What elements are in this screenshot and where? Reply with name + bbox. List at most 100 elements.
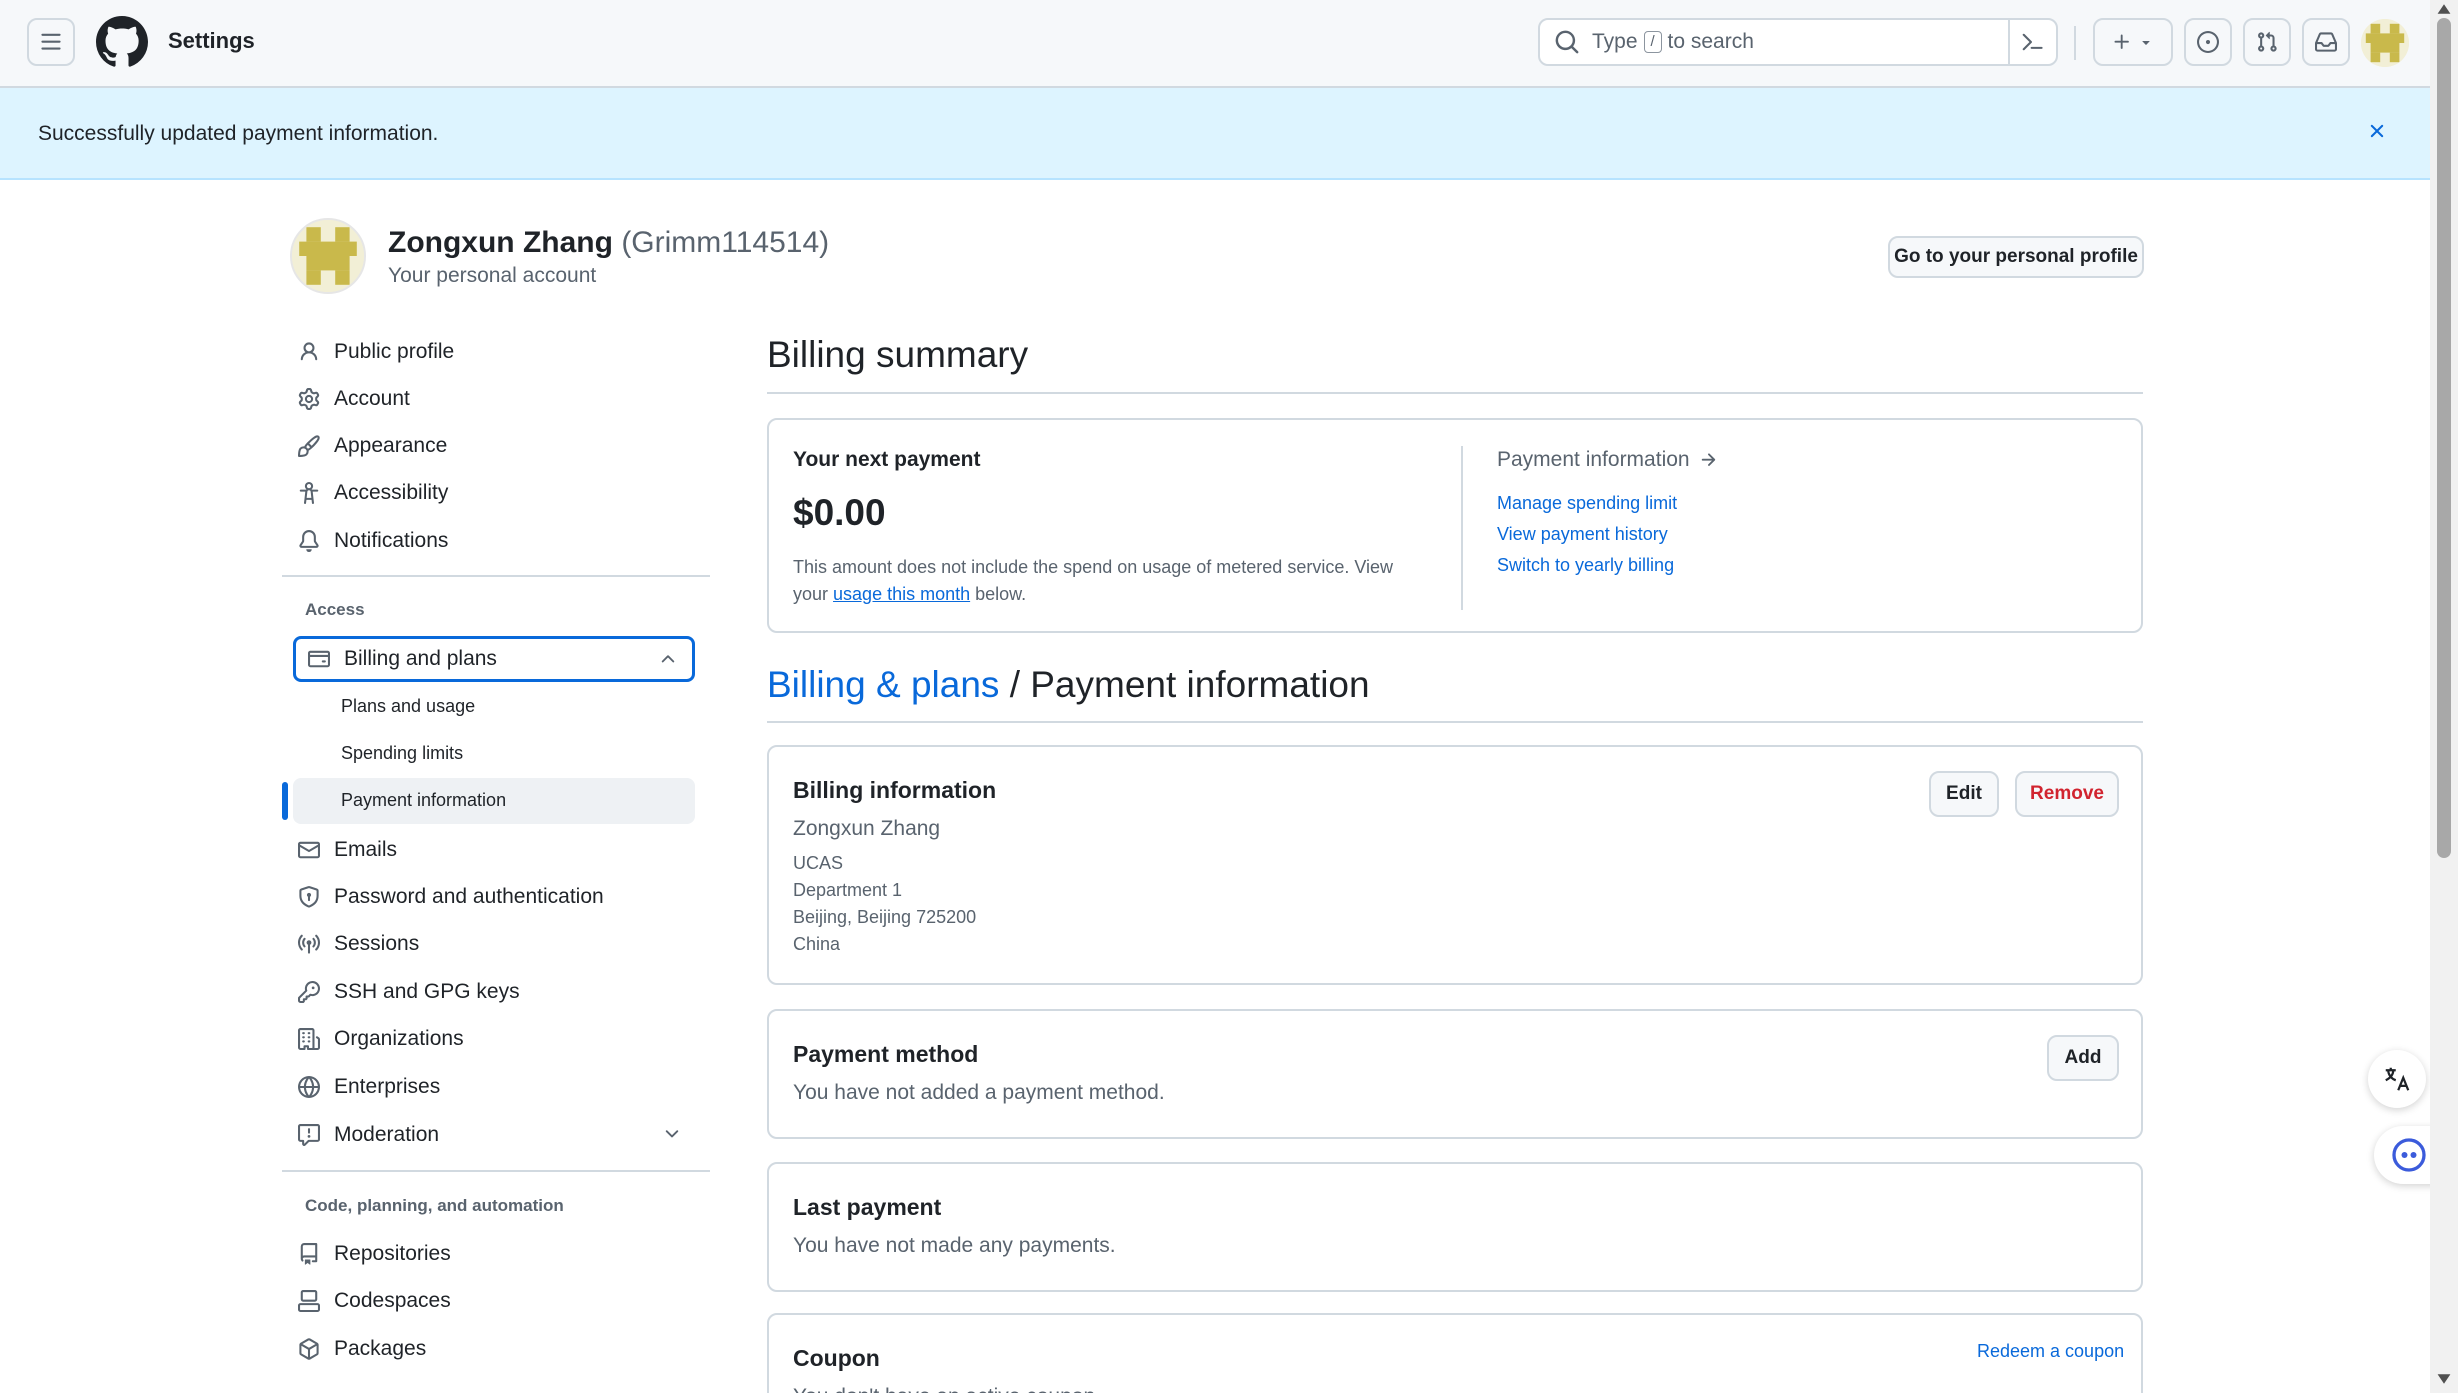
broadcast-icon [296,931,322,957]
flash-success-banner: Successfully updated payment information… [0,88,2430,180]
identicon-icon [2361,19,2409,67]
globe-icon [296,1074,322,1100]
sidebar-subitem-payment-information[interactable]: Payment information [341,790,506,811]
payment-method-text: You have not added a payment method. [793,1081,1165,1104]
sidebar-item-sessions[interactable]: Sessions [296,924,419,964]
payment-method-title: Payment method [793,1041,979,1067]
search-input[interactable]: Type / to search [1538,18,2058,66]
flash-dismiss-button[interactable] [2360,114,2394,148]
sidebar-heading-access: Access [305,600,365,619]
sidebar-item-appearance[interactable]: Appearance [296,426,447,466]
terminal-icon [2022,33,2043,51]
search-shortcut-key: / [1643,31,1662,53]
breadcrumb-billing-plans-link[interactable]: Billing & plans [767,664,999,705]
inbox-icon [2315,32,2337,52]
scrollbar-thumb[interactable] [2437,18,2451,858]
next-payment-label: Your next payment [793,448,981,471]
coupon-text: You don't have an active coupon. [793,1385,1101,1393]
translate-icon [2385,1067,2410,1091]
address-line: UCAS [793,853,844,873]
next-payment-amount: $0.00 [793,492,886,533]
issues-button[interactable] [2184,18,2232,66]
sidebar-item-password-and-authentication[interactable]: Password and authentication [296,877,604,917]
sidebar-item-notifications[interactable]: Notifications [296,521,448,561]
shield-lock-icon [296,884,322,910]
credit-card-icon [306,646,332,672]
plus-icon [2114,34,2129,49]
profile-avatar [290,218,366,294]
sidebar-divider [282,575,710,577]
scroll-up-arrow-icon[interactable] [2436,2,2452,16]
command-palette-button[interactable] [2008,20,2056,64]
address-line: China [793,934,841,954]
profile-subtitle: Your personal account [388,264,597,287]
sidebar-item-packages[interactable]: Packages [296,1329,426,1369]
payment-information-link[interactable]: Payment information [1497,448,1718,472]
accessibility-icon [296,480,322,506]
last-payment-card: Last payment You have not made any payme… [767,1162,2143,1292]
arrow-right-icon [1701,453,1715,466]
inbox-button[interactable] [2302,18,2350,66]
usage-this-month-link[interactable]: usage this month [833,584,970,604]
close-icon [2370,124,2384,138]
sidebar-item-emails[interactable]: Emails [296,830,397,870]
sidebar-item-codespaces[interactable]: Codespaces [296,1281,451,1321]
organization-icon [296,1026,322,1052]
manage-spending-limit-link[interactable]: Manage spending limit [1497,493,1677,514]
heading-rule [767,721,2143,723]
sidebar-item-organizations[interactable]: Organizations [296,1019,464,1059]
git-pull-request-icon [2258,31,2277,52]
payment-method-card: Payment method You have not added a paym… [767,1009,2143,1139]
github-logo-icon[interactable] [96,16,148,68]
scroll-down-arrow-icon[interactable] [2436,1372,2452,1386]
create-new-button[interactable] [2093,18,2173,66]
user-avatar[interactable] [2361,19,2409,67]
billing-information-card: Billing information Zongxun Zhang UCAS D… [767,745,2143,985]
chevron-down-icon[interactable] [662,1124,682,1144]
sidebar-item-ssh-and-gpg-keys[interactable]: SSH and GPG keys [296,972,520,1012]
repo-icon [296,1241,322,1267]
add-payment-method-button[interactable]: Add [2047,1035,2119,1081]
sidebar-item-public-profile[interactable]: Public profile [296,332,454,372]
breadcrumb-separator: / [1009,664,1020,705]
remove-billing-button[interactable]: Remove [2015,771,2119,817]
sidebar-item-repositories[interactable]: Repositories [296,1234,451,1274]
sidebar-item-accessibility[interactable]: Accessibility [296,473,448,513]
breadcrumb-current: Payment information [1030,664,1370,705]
search-icon [1555,30,1579,54]
view-payment-history-link[interactable]: View payment history [1497,524,1668,545]
last-payment-title: Last payment [793,1194,942,1220]
search-placeholder: Type / to search [1592,30,1754,53]
sidebar-item-enterprises[interactable]: Enterprises [296,1067,440,1107]
billing-summary-heading: Billing summary [767,334,1029,375]
sidebar-heading-code: Code, planning, and automation [305,1196,564,1215]
billing-summary-card: Your next payment $0.00 This amount does… [767,418,2143,633]
coupon-title: Coupon [793,1345,880,1371]
summary-divider [1461,446,1463,610]
report-icon [296,1122,322,1148]
switch-to-yearly-billing-link[interactable]: Switch to yearly billing [1497,555,1674,576]
sidebar-subitem-plans-and-usage[interactable]: Plans and usage [341,696,475,717]
sidebar-item-account[interactable]: Account [296,379,410,419]
breadcrumb: Billing & plans / Payment information [767,664,1370,706]
menu-button[interactable] [27,18,75,66]
go-to-profile-button[interactable]: Go to your personal profile [1888,236,2144,278]
profile-login: (Grimm114514) [621,226,830,259]
pull-requests-button[interactable] [2243,18,2291,66]
coupon-card: Coupon You don't have an active coupon. … [767,1313,2143,1393]
app-header: Settings Type / to search [0,0,2430,88]
sidebar-divider [282,1170,710,1172]
profile-display-name[interactable]: Zongxun Zhang [388,226,613,259]
triangle-down-icon [2142,41,2150,45]
header-title[interactable]: Settings [168,28,255,54]
edit-billing-button[interactable]: Edit [1929,771,1999,817]
redeem-coupon-link[interactable]: Redeem a coupon [1977,1341,2124,1362]
package-icon [296,1336,322,1362]
translate-widget[interactable] [2368,1050,2426,1108]
bell-icon [296,528,322,554]
header-divider [2074,26,2076,60]
sidebar-item-moderation[interactable]: Moderation [296,1115,439,1155]
billing-information-title: Billing information [793,777,997,803]
sidebar-item-billing-and-plans[interactable]: Billing and plans [293,636,695,682]
sidebar-subitem-spending-limits[interactable]: Spending limits [341,743,463,764]
